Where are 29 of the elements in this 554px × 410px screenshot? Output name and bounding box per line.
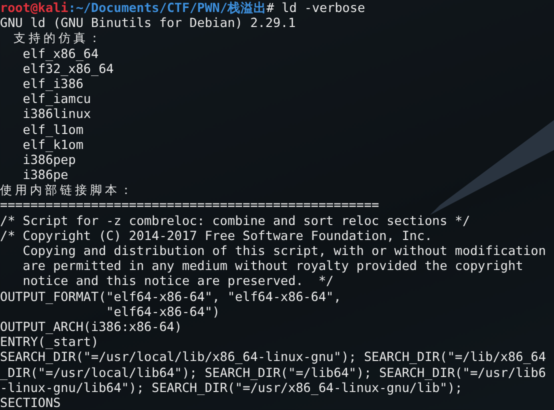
output-line: elf_i386 bbox=[22, 76, 84, 91]
output-line: _DIR("=/usr/local/lib64"); SEARCH_DIR("=/lib64"); SEARCH_DIR("=/usr/lib6 bbox=[0, 364, 546, 380]
output-line: GNU ld (GNU Binutils for Debian) 2.29.1 bbox=[0, 15, 296, 30]
output-line: i386linux bbox=[22, 106, 91, 122]
output-line: elf_l1om bbox=[22, 122, 84, 136]
output-line: elf_k1om bbox=[22, 136, 84, 152]
output-line: i386pep bbox=[22, 152, 76, 167]
output-line: notice and this notice are preserved. */ bbox=[22, 273, 334, 288]
output-line: elf32_x86_64 bbox=[22, 60, 114, 76]
output-line: OUTPUT_FORMAT("elf64-x86-64", "elf64-x86-64", bbox=[0, 288, 342, 304]
output-line: SECTIONS bbox=[0, 394, 61, 410]
output-line: i386pe bbox=[22, 167, 68, 182]
output-line: 使用内部链接脚本： bbox=[0, 183, 135, 198]
command-text: # ld -verbose bbox=[266, 0, 366, 15]
output-line: "elf64-x86-64") bbox=[106, 304, 220, 319]
output-line: /* Copyright (C) 2014-2017 Free Software Foundation, Inc. bbox=[0, 228, 432, 243]
prompt-path: :~/Documents/CTF/PWN/栈溢出 bbox=[68, 0, 266, 15]
output-line: ENTRY(_start) bbox=[0, 334, 99, 350]
output-line: SEARCH_DIR("=/usr/local/lib/x86_64-linux-gnu"); SEARCH_DIR("=/lib/x86_64 bbox=[0, 349, 546, 364]
output-line: are permitted in any medium without royalty provided the copyright bbox=[22, 258, 524, 274]
prompt-user: root@kali bbox=[0, 0, 68, 15]
output-line: ================================================== bbox=[0, 197, 380, 212]
output-line: elf_iamcu bbox=[22, 91, 91, 106]
output-line: OUTPUT_ARCH(i386:x86-64) bbox=[0, 318, 182, 334]
output-line: elf_x86_64 bbox=[22, 46, 99, 61]
output-line: -linux-gnu/lib64"); SEARCH_DIR("=/usr/x86_64-linux-gnu/lib"); bbox=[0, 380, 463, 395]
output-line: Copying and distribution of this script, with or without modification bbox=[22, 243, 546, 258]
output-line: 支持的仿真： bbox=[12, 31, 104, 46]
output-line: /* Script for -z combreloc: combine and sort reloc sections */ bbox=[0, 212, 470, 228]
